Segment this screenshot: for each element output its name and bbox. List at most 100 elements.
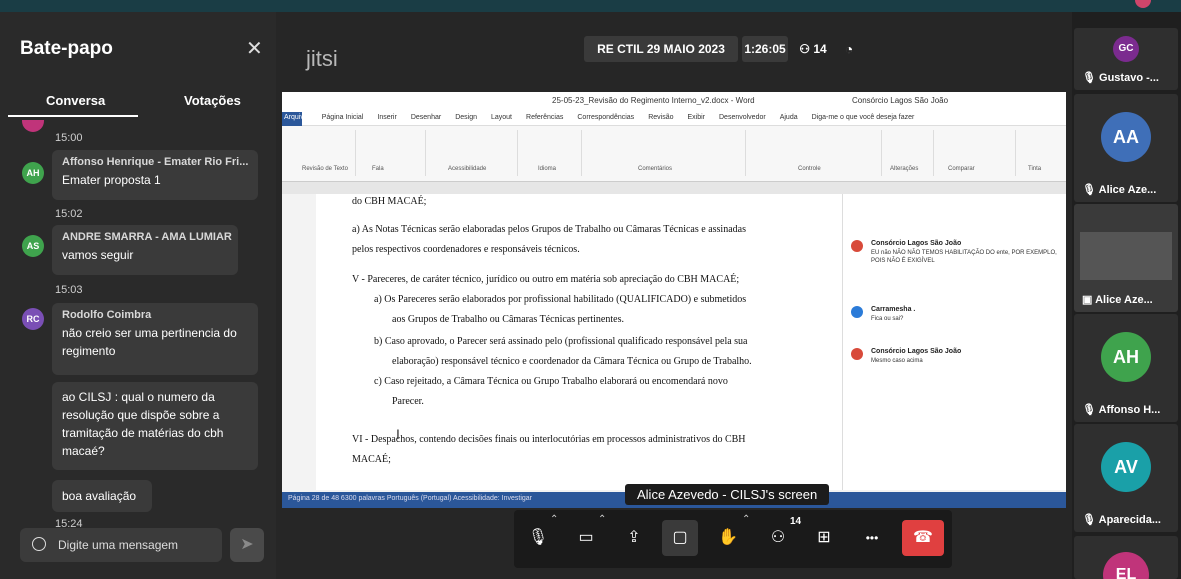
ruler [282,182,1066,194]
camera-icon[interactable]: ▭ [568,520,604,556]
jitsi-meeting-window: Bate-papo ✕ Conversa Votações 15:00 AH A… [0,0,1181,579]
participants-badge: 14 [790,516,802,527]
message-text: Emater proposta 1 [62,173,161,187]
comment-author: Consórcio Lagos São João [871,240,962,247]
document-line: b) Caso aprovado, o Parecer será assinad… [374,336,748,347]
screen-share-icon: ▣ [1082,294,1093,306]
main-stage: jitsi RE CTIL 29 MAIO 2023 1:26:05 ⚇ 14 … [276,12,1072,579]
message-text: boa avaliação [62,489,137,503]
message-input[interactable]: Digite uma mensagem [20,528,222,562]
message-time: 15:02 [55,208,83,220]
participant-tile[interactable]: AH 🎙 Affonso H... [1074,314,1178,422]
mic-muted-icon: 🎙 [1082,404,1096,416]
document-line: a) As Notas Técnicas serão elaboradas pe… [352,224,746,235]
mic-muted-icon: 🎙 [1082,72,1096,84]
more-icon[interactable]: ••• [854,520,890,556]
ribbon-tab[interactable]: Layout [491,114,512,121]
document-line: pelos respectivos coordenadores e respon… [352,244,580,255]
ribbon-tab-list: Arquivo Página Inicial Inserir Desenhar Desi… [284,114,928,121]
participant-tile[interactable]: GC 🎙 Gustavo -... [1074,28,1178,90]
word-window-title: 25-05-23_Revisão do Regimento Interno_v2… [552,96,755,105]
shared-screen-label: Alice Azevedo - CILSJ's screen [625,484,830,505]
mic-icon[interactable]: 🎙 [520,520,556,556]
participants-icon: ⚇ [799,42,811,56]
avatar: RC [22,308,44,330]
message-author: ANDRE SMARRA - AMA LUMIAR [62,231,232,243]
ribbon-tab[interactable]: Diga-me o que você deseja fazer [812,114,915,121]
participant-name-text: Alice Aze... [1095,294,1153,306]
raise-hand-icon[interactable]: ✋ [710,520,746,556]
comment-text: EU não NÃO NÃO TEMOS HABILITAÇÃO DO ente… [871,250,1057,264]
participant-tile[interactable]: EL [1074,536,1178,579]
avatar [22,120,44,132]
camera-options-chevron-icon[interactable]: ⌃ [598,514,606,525]
participant-tile[interactable]: AA 🎙 Alice Aze... [1074,94,1178,202]
ribbon-tab[interactable]: Arquivo [284,114,308,121]
ribbon-group-label: Revisão de Texto [302,166,348,172]
document-line: c) Caso rejeitado, a Câmara Técnica ou G… [374,376,728,387]
ribbon-tab[interactable]: Página Inicial [322,114,364,121]
mic-options-chevron-icon[interactable]: ⌃ [550,514,558,525]
message-author: Affonso Henrique - Emater Rio Fri... [62,156,249,168]
meeting-timer: 1:26:05 [742,36,788,62]
document-line: elaboração) responsável técnico e coorde… [392,356,752,367]
ribbon-tab[interactable]: Desenvolvedor [719,114,766,121]
top-bar [0,0,1181,12]
emoji-icon[interactable] [32,537,46,551]
comment-author: Carramesha . [871,306,916,313]
message-list[interactable]: 15:00 AH Affonso Henrique - Emater Rio F… [0,120,276,530]
comment-avatar-icon [851,306,863,318]
chat-panel: Bate-papo ✕ Conversa Votações 15:00 AH A… [0,12,276,579]
participant-count[interactable]: ⚇ 14 [792,36,834,62]
avatar: EL [1103,552,1149,579]
participant-name-text: Gustavo -... [1099,72,1159,84]
chat-message: Affonso Henrique - Emater Rio Fri... Ema… [52,150,258,200]
ribbon-tab[interactable]: Desenhar [411,114,441,121]
message-time: 15:00 [55,132,83,144]
participant-name: 🎙 Alice Aze... [1082,183,1156,196]
comment-author: Consórcio Lagos São João [871,348,962,355]
tile-view-icon[interactable]: ⊞ [806,520,842,556]
comment-text: Mesmo caso acima [871,358,923,364]
document-page[interactable]: do CBH MACAÉ; a) As Notas Técnicas serão … [316,194,850,490]
reactions-chevron-icon[interactable]: ⌃ [742,514,750,525]
ribbon-tab[interactable]: Exibir [687,114,705,121]
document-line: V - Pareceres, de caráter técnico, juríd… [352,274,740,285]
participant-filmstrip: GC 🎙 Gustavo -... AA 🎙 Alice Aze... ▣ Al… [1072,12,1181,579]
tab-conversa[interactable]: Conversa [46,93,105,108]
chat-message: ao CILSJ : qual o numero da resolução qu… [52,382,258,470]
hangup-icon[interactable]: ☎ [902,520,944,556]
ribbon-tab[interactable]: Ajuda [780,114,798,121]
tab-votacoes[interactable]: Votações [184,93,241,108]
chat-icon[interactable]: ▢ [662,520,698,556]
ribbon-tab[interactable]: Referências [526,114,563,121]
message-time: 15:03 [55,284,83,296]
ribbon-tab[interactable]: Revisão [648,114,673,121]
message-text: ao CILSJ : qual o numero da resolução qu… [62,390,224,458]
participant-count-value: 14 [813,42,827,56]
connection-indicator-icon[interactable]: ◔ [836,36,862,62]
participant-tile[interactable]: AV 🎙 Aparecida... [1074,424,1178,532]
comment-text: Fica ou sai? [871,316,904,322]
ribbon-group-label: Comentários [638,166,673,172]
avatar: AH [22,162,44,184]
ribbon-group-speech [356,130,426,176]
send-button[interactable]: ➤ [230,528,264,562]
screen-thumbnail [1080,232,1172,280]
comments-pane: Consórcio Lagos São João EU não NÃO NÃO T… [842,194,1066,490]
close-icon[interactable]: ✕ [246,36,263,61]
avatar: AH [1101,332,1151,382]
ribbon-tab[interactable]: Design [455,114,477,121]
meeting-title: RE CTIL 29 MAIO 2023 [584,36,738,62]
participant-name: 🎙 Affonso H... [1082,403,1160,416]
ribbon-tab[interactable]: Inserir [377,114,396,121]
participant-tile[interactable]: ▣ Alice Aze... [1074,204,1178,312]
screenshare-icon[interactable]: ⇪ [616,520,652,556]
ribbon-group-label: Comparar [948,166,975,172]
shared-screen: 25-05-23_Revisão do Regimento Interno_v2… [282,92,1066,508]
avatar: AS [22,235,44,257]
document-line: do CBH MACAÉ; [352,196,427,207]
message-placeholder: Digite uma mensagem [58,538,179,552]
avatar [1135,0,1151,8]
ribbon-tab[interactable]: Correspondências [577,114,634,121]
